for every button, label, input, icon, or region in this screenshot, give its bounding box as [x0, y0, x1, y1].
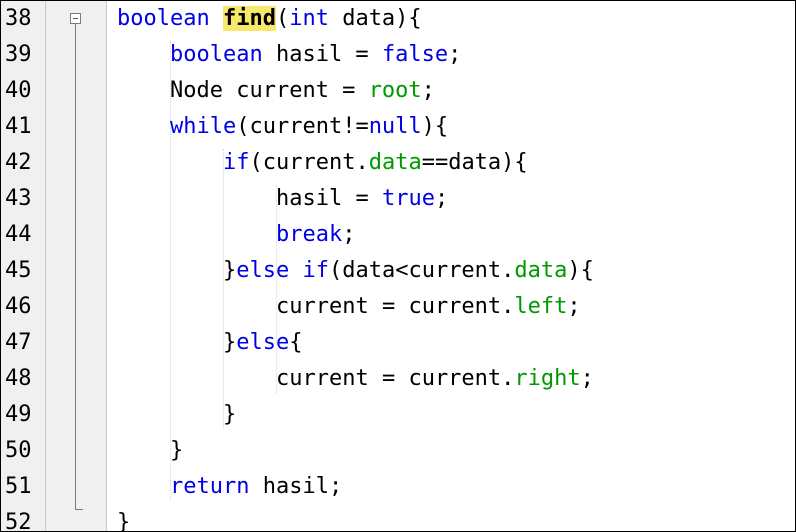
code-line[interactable]: }else{ — [223, 325, 302, 361]
code-token-plain: ; — [448, 42, 462, 67]
code-token-keyword: null — [368, 114, 422, 139]
code-token-field: data — [514, 258, 568, 283]
code-token-plain: } — [223, 402, 237, 427]
code-line[interactable]: } — [223, 397, 236, 433]
code-token-plain: (data<current. — [328, 258, 515, 283]
code-line[interactable]: current = current.left; — [276, 289, 581, 325]
code-token-plain: ; — [342, 222, 356, 247]
line-number: 42 — [5, 150, 32, 175]
code-line[interactable]: boolean find(int data){ — [117, 1, 422, 37]
code-token-plain: ){ — [567, 258, 594, 283]
line-number: 52 — [5, 510, 32, 532]
code-token-plain: } — [170, 438, 184, 463]
code-token-plain: } — [117, 510, 131, 532]
code-token-plain: ; — [434, 186, 449, 211]
code-token-keyword: break — [276, 222, 343, 247]
fold-collapse-icon[interactable] — [70, 13, 81, 24]
code-token-keyword: true — [381, 186, 435, 211]
code-token-plain: } — [223, 258, 237, 283]
code-token-keyword: if — [302, 258, 329, 283]
code-token-keyword: else — [236, 258, 290, 283]
code-token-plain: Node current = — [170, 78, 369, 103]
code-token-plain: ; — [421, 78, 435, 103]
line-number: 47 — [5, 330, 32, 355]
code-token-keyword: if — [223, 150, 250, 175]
code-line[interactable]: hasil = true; — [276, 181, 448, 217]
editor-gutter: 38 39 40 41 42 43 44 45 46 47 48 49 50 51 52 — [1, 1, 107, 531]
line-number: 51 — [5, 474, 32, 499]
code-line[interactable]: Node current = root; — [170, 73, 435, 109]
line-number: 44 — [5, 222, 32, 247]
code-token-keyword: while — [170, 114, 237, 139]
code-line[interactable]: if(current.data==data){ — [223, 145, 528, 181]
line-number: 38 — [5, 6, 32, 31]
code-token-plain: (current!= — [236, 114, 369, 139]
fold-range-line — [75, 24, 76, 510]
code-token-plain: ){ — [421, 114, 449, 139]
code-token-field: right — [514, 366, 581, 391]
code-token-keyword: boolean — [117, 6, 210, 31]
code-token-plain: current = current. — [276, 294, 515, 319]
code-token-plain: ; — [567, 294, 581, 319]
code-token-field: root — [368, 78, 422, 103]
code-token-plain: hasil; — [249, 474, 343, 499]
code-token-plain: hasil = — [262, 42, 382, 67]
code-token-keyword: else — [236, 330, 290, 355]
code-token-keyword: boolean — [170, 42, 263, 67]
code-line[interactable]: break; — [276, 217, 355, 253]
fold-end-icon — [75, 509, 83, 510]
code-token-field: data — [368, 150, 422, 175]
line-number-gutter: 38 39 40 41 42 43 44 45 46 47 48 49 50 51 52 — [1, 1, 46, 531]
code-token-keyword: int — [289, 6, 329, 31]
code-token-plain: ( — [275, 6, 290, 31]
code-editor[interactable]: 38 39 40 41 42 43 44 45 46 47 48 49 50 51 52 boolean f… — [0, 0, 796, 532]
indent-guide — [223, 149, 224, 429]
line-number: 41 — [5, 114, 32, 139]
line-number: 48 — [5, 366, 32, 391]
code-token-plain: current = current. — [276, 366, 515, 391]
line-number: 39 — [5, 42, 32, 67]
code-token-plain: { — [289, 330, 303, 355]
line-number: 46 — [5, 294, 32, 319]
code-token-field: left — [514, 294, 568, 319]
line-number: 49 — [5, 402, 32, 427]
code-token-keyword: false — [381, 42, 449, 67]
code-token-plain: } — [223, 330, 237, 355]
line-number: 43 — [5, 186, 32, 211]
code-token-plain: data){ — [328, 6, 422, 31]
code-token-plain: hasil = — [276, 186, 382, 211]
code-area[interactable]: boolean find(int data){boolean hasil = f… — [107, 1, 795, 531]
code-line[interactable]: boolean hasil = false; — [170, 37, 461, 73]
code-token-keyword: return — [170, 474, 250, 499]
code-token-plain: ; — [580, 366, 594, 391]
code-line[interactable]: } — [117, 505, 131, 532]
code-token-plain: ==data){ — [421, 150, 528, 175]
code-token-plain: (current. — [249, 150, 369, 175]
code-line[interactable]: current = current.right; — [276, 361, 594, 397]
code-token-method-highlight: find — [222, 6, 276, 31]
line-number: 50 — [5, 438, 32, 463]
line-number: 45 — [5, 258, 32, 283]
code-line[interactable]: while(current!=null){ — [170, 109, 448, 145]
code-line[interactable]: return hasil; — [170, 469, 342, 505]
line-number: 40 — [5, 78, 32, 103]
code-line[interactable]: } — [170, 433, 183, 469]
code-line[interactable]: }else if(data<current.data){ — [223, 253, 594, 289]
